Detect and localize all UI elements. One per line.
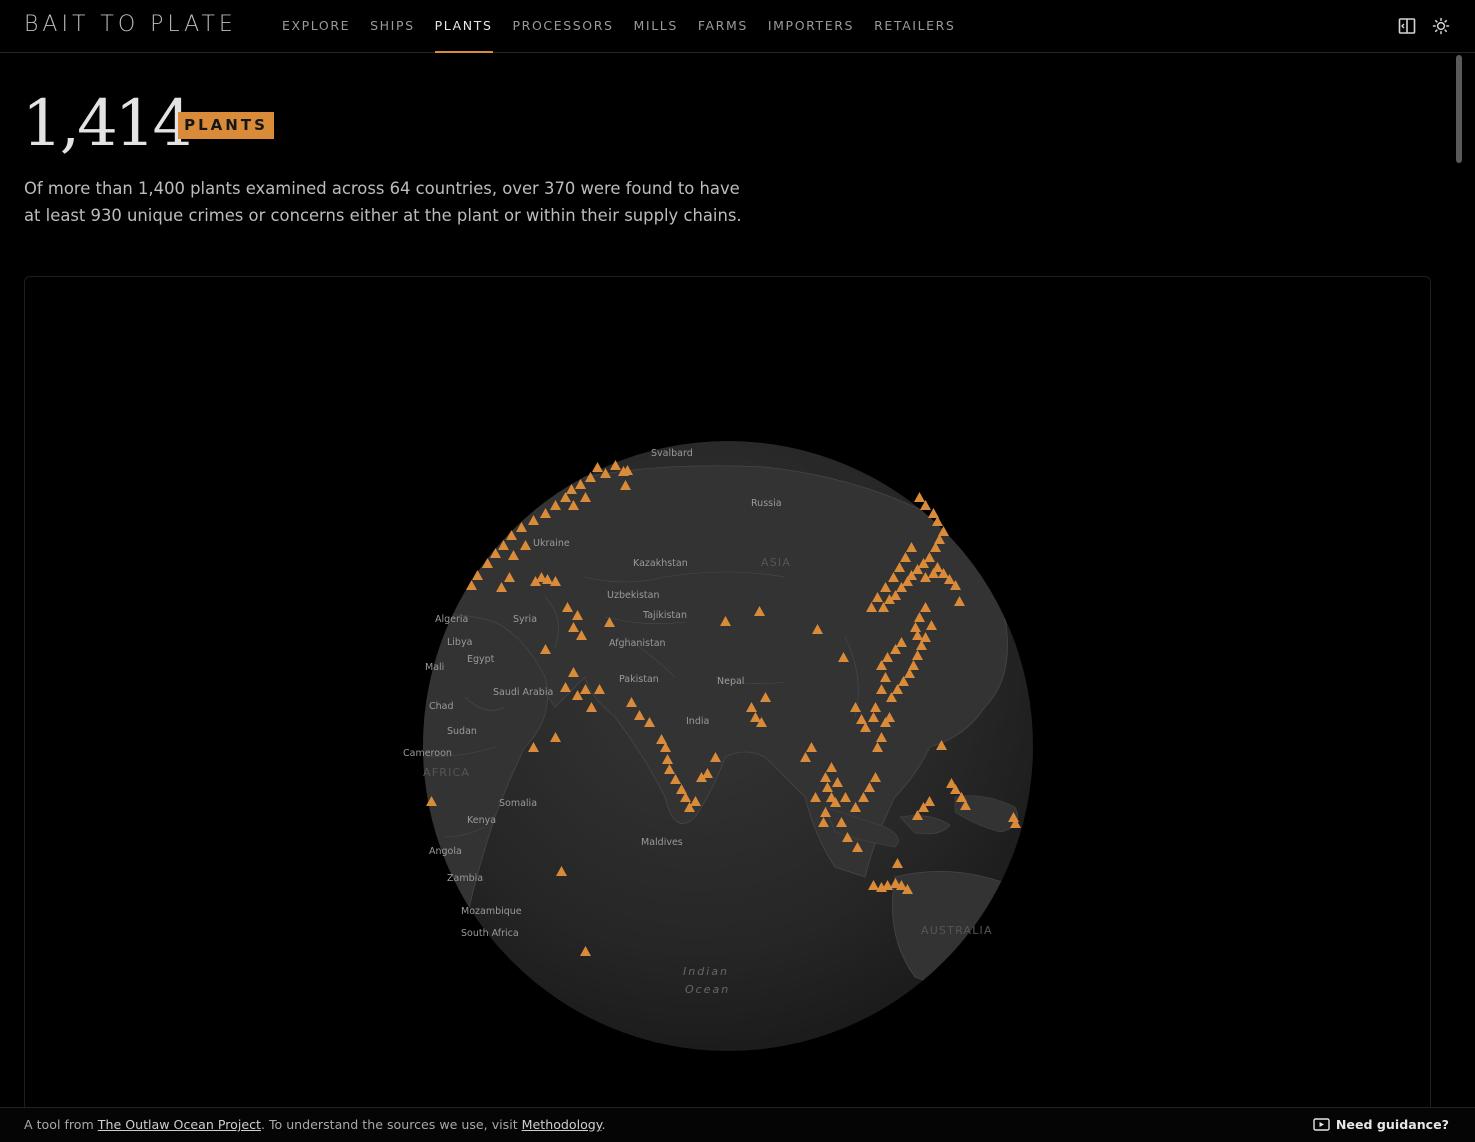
label-algeria: Algeria: [435, 614, 468, 625]
label-libya: Libya: [447, 637, 472, 648]
panel-toggle-icon[interactable]: [1398, 17, 1416, 35]
label-uzbekistan: Uzbekistan: [607, 590, 659, 601]
nav-plants[interactable]: PLANTS: [434, 0, 493, 53]
label-mali: Mali: [425, 662, 444, 673]
brand-logo[interactable]: BAIT TO PLATE: [24, 12, 237, 37]
label-nepal: Nepal: [717, 676, 744, 687]
label-sudan: Sudan: [447, 726, 477, 737]
label-india: India: [686, 716, 709, 727]
label-kazakhstan: Kazakhstan: [633, 558, 688, 569]
label-afghanistan: Afghanistan: [609, 638, 666, 649]
plants-badge: PLANTS: [178, 112, 274, 139]
label-cameroon: Cameroon: [403, 748, 452, 759]
label-africa: AFRICA: [423, 766, 470, 779]
label-angola: Angola: [429, 846, 462, 857]
nav-explore[interactable]: EXPLORE: [282, 0, 350, 53]
label-syria: Syria: [513, 614, 537, 625]
outlaw-ocean-link[interactable]: The Outlaw Ocean Project: [98, 1117, 261, 1132]
footer-bar: A tool from The Outlaw Ocean Project. To…: [0, 1107, 1475, 1142]
globe-map[interactable]: Svalbard Russia Ukraine Kazakhstan ASIA …: [25, 277, 1431, 1116]
need-guidance-button[interactable]: Need guidance?: [1313, 1117, 1449, 1132]
globe-map-panel[interactable]: Svalbard Russia Ukraine Kazakhstan ASIA …: [24, 276, 1431, 1116]
plant-count: 1,414: [22, 87, 193, 161]
plant-marker[interactable]: [592, 462, 603, 472]
label-australia: AUSTRALIA: [921, 924, 993, 937]
methodology-link[interactable]: Methodology: [522, 1117, 602, 1132]
label-saudi-arabia: Saudi Arabia: [493, 687, 553, 698]
label-chad: Chad: [429, 701, 454, 712]
nav-retailers[interactable]: RETAILERS: [874, 0, 955, 53]
page-scrollbar[interactable]: [1454, 53, 1464, 1108]
label-tajikistan: Tajikistan: [642, 610, 687, 621]
footer-credit: A tool from The Outlaw Ocean Project. To…: [24, 1117, 606, 1132]
top-navigation-bar: BAIT TO PLATE EXPLORE SHIPS PLANTS PROCE…: [0, 0, 1475, 53]
hero-description: Of more than 1,400 plants examined acros…: [24, 179, 742, 225]
plant-marker[interactable]: [914, 492, 925, 502]
label-maldives: Maldives: [641, 837, 683, 848]
label-mozambique: Mozambique: [461, 906, 522, 917]
label-somalia: Somalia: [499, 798, 537, 809]
nav-mills[interactable]: MILLS: [634, 0, 678, 53]
label-kenya: Kenya: [467, 815, 496, 826]
scroll-thumb[interactable]: [1456, 55, 1462, 163]
nav-ships[interactable]: SHIPS: [370, 0, 415, 53]
main-nav: EXPLORE SHIPS PLANTS PROCESSORS MILLS FA…: [282, 0, 975, 53]
nav-farms[interactable]: FARMS: [698, 0, 748, 53]
label-ocean: Ocean: [685, 983, 730, 996]
nav-importers[interactable]: IMPORTERS: [768, 0, 854, 53]
label-ukraine: Ukraine: [533, 538, 570, 549]
label-russia: Russia: [751, 498, 782, 509]
label-south-africa: South Africa: [461, 928, 519, 939]
label-svalbard: Svalbard: [651, 448, 693, 459]
sun-icon[interactable]: [1432, 17, 1450, 35]
label-egypt: Egypt: [467, 654, 495, 665]
label-pakistan: Pakistan: [619, 674, 659, 685]
play-video-icon: [1313, 1118, 1330, 1131]
label-zambia: Zambia: [447, 873, 483, 884]
label-asia: ASIA: [761, 556, 791, 569]
label-indian: Indian: [683, 965, 729, 978]
nav-processors[interactable]: PROCESSORS: [513, 0, 614, 53]
